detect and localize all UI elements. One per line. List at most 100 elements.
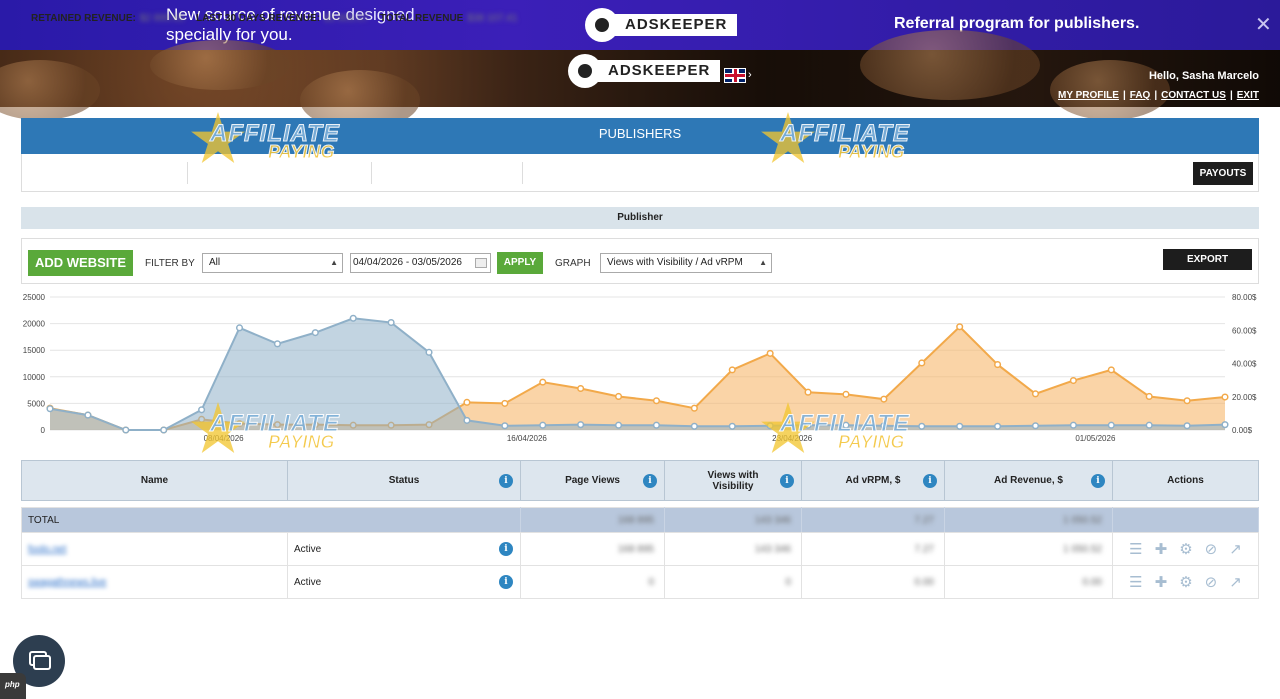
x-tick: 16/04/2026 (507, 434, 548, 443)
vrpm-cell: 7.27 (914, 543, 934, 555)
y-left-tick: 0 (41, 426, 46, 435)
filter-label: FILTER BY (145, 258, 195, 269)
col-vrpm[interactable]: Ad vRPM, $ i (801, 460, 945, 501)
filter-select-value: All (209, 257, 221, 268)
block-icon[interactable]: ⊘ (1205, 540, 1218, 558)
data-point (614, 421, 623, 429)
data-point (880, 422, 888, 430)
section-title: Publisher (21, 207, 1259, 229)
info-icon[interactable]: i (923, 473, 937, 488)
list-icon[interactable]: ☰ (1129, 573, 1142, 591)
site-name-link[interactable]: swagathnews.live (28, 577, 106, 588)
data-point (690, 422, 698, 430)
chevron-right-icon[interactable]: › (748, 69, 752, 81)
col-revenue[interactable]: Ad Revenue, $ i (944, 460, 1113, 501)
block-icon[interactable]: ⊘ (1205, 573, 1218, 591)
export-button[interactable]: EXPORT (1163, 249, 1252, 270)
key-icon (585, 8, 619, 42)
col-views-visibility[interactable]: Views with Visibility i (664, 460, 802, 501)
data-point (1145, 421, 1153, 429)
data-point (918, 422, 926, 430)
header-logo[interactable]: ADSKEEPER (568, 54, 721, 88)
key-icon (568, 54, 602, 88)
y-left-tick: 15000 (23, 346, 46, 355)
info-icon[interactable]: i (499, 575, 513, 589)
user-greeting: Hello, Sasha Marcelo (1148, 70, 1259, 82)
promo-logo[interactable]: ADSKEEPER (585, 8, 738, 42)
info-icon[interactable]: i (499, 542, 513, 556)
data-point (1107, 366, 1115, 374)
close-icon[interactable]: ✕ (1255, 12, 1272, 37)
info-icon[interactable]: i (643, 473, 657, 488)
data-point (652, 421, 661, 429)
data-point (1221, 393, 1229, 401)
php-debug-icon[interactable]: php (0, 673, 26, 699)
date-range-input[interactable]: 04/04/2026 - 03/05/2026 (350, 253, 491, 273)
col-name[interactable]: Name (21, 460, 288, 501)
data-point (577, 421, 585, 429)
total-views-vis: 143 346 (754, 514, 791, 526)
gear-icon[interactable]: ⚙ (1179, 573, 1192, 591)
page-views-cell: 0 (648, 576, 654, 588)
performance-chart: 25000 20000 15000 10000 5000 0 80.00$ 60.00$ 40.… (23, 293, 1257, 443)
table-row: swagathnews.live Active i 0 0 0.00 0.00 ☰… (21, 565, 1259, 599)
site-header: ADSKEEPER › Hello, Sasha Marcelo MY PROF… (0, 30, 1280, 130)
data-point (652, 397, 661, 405)
data-point (311, 329, 319, 337)
table-row: foolo.net Active i 168 895 143 346 7.27 1… (21, 532, 1259, 566)
updown-icon: ▲ (330, 258, 338, 267)
total-revenue-label: TOTAL REVENUE (380, 13, 464, 24)
y-left-tick: 10000 (23, 373, 46, 382)
info-icon[interactable]: i (499, 473, 513, 488)
col-status[interactable]: Status i (287, 460, 521, 501)
contact-us-link[interactable]: CONTACT US (1161, 90, 1226, 101)
data-point (766, 349, 774, 357)
filter-select[interactable]: All ▲ (202, 253, 343, 273)
header-brand-text: ADSKEEPER (598, 60, 721, 82)
gear-icon[interactable]: ⚙ (1179, 540, 1192, 558)
data-point (728, 366, 736, 374)
col-page-views[interactable]: Page Views i (520, 460, 665, 501)
page-views-cell: 168 895 (617, 543, 654, 555)
payouts-button[interactable]: PAYOUTS (1193, 162, 1253, 185)
data-point (349, 314, 357, 322)
views-vis-cell: 143 346 (754, 543, 791, 555)
data-point (539, 421, 547, 429)
list-icon[interactable]: ☰ (1129, 540, 1142, 558)
info-icon[interactable]: i (780, 473, 794, 488)
revenue-cell: 1 050.52 (1063, 543, 1102, 555)
faq-link[interactable]: FAQ (1130, 90, 1151, 101)
data-point (539, 378, 547, 386)
y-left-tick: 20000 (23, 320, 46, 329)
data-point (994, 422, 1002, 430)
exit-link[interactable]: EXIT (1237, 90, 1259, 101)
stats-icon[interactable]: ↗ (1229, 573, 1242, 591)
row-actions: ☰ ✚ ⚙ ⊘ ↗ (1119, 573, 1252, 591)
plus-icon[interactable]: ✚ (1155, 540, 1168, 558)
retained-revenue-label: RETAINED REVENUE: (31, 13, 136, 24)
data-point (1183, 422, 1191, 430)
y-right-tick: 80.00$ (1232, 293, 1257, 302)
stats-icon[interactable]: ↗ (1229, 540, 1242, 558)
data-point (880, 395, 888, 403)
data-point (1183, 397, 1191, 405)
graph-select[interactable]: Views with Visibility / Ad vRPM ▲ (600, 253, 772, 273)
data-point (1069, 421, 1077, 429)
last30-revenue-value: $1 805.07 (324, 13, 369, 24)
info-icon[interactable]: i (1091, 473, 1105, 488)
calendar-icon[interactable] (475, 258, 487, 268)
y-right-tick: 40.00$ (1232, 360, 1257, 369)
data-point (804, 388, 812, 396)
add-website-button[interactable]: ADD WEBSITE (28, 250, 133, 276)
apply-button[interactable]: APPLY (497, 252, 543, 274)
data-point (122, 426, 130, 434)
uk-flag-icon[interactable] (724, 68, 746, 83)
data-point (198, 406, 206, 414)
data-point (690, 404, 698, 412)
data-point (728, 422, 736, 430)
plus-icon[interactable]: ✚ (1155, 573, 1168, 591)
site-name-link[interactable]: foolo.net (28, 544, 66, 555)
my-profile-link[interactable]: MY PROFILE (1058, 90, 1119, 101)
data-point (463, 398, 471, 406)
data-point (273, 340, 281, 348)
